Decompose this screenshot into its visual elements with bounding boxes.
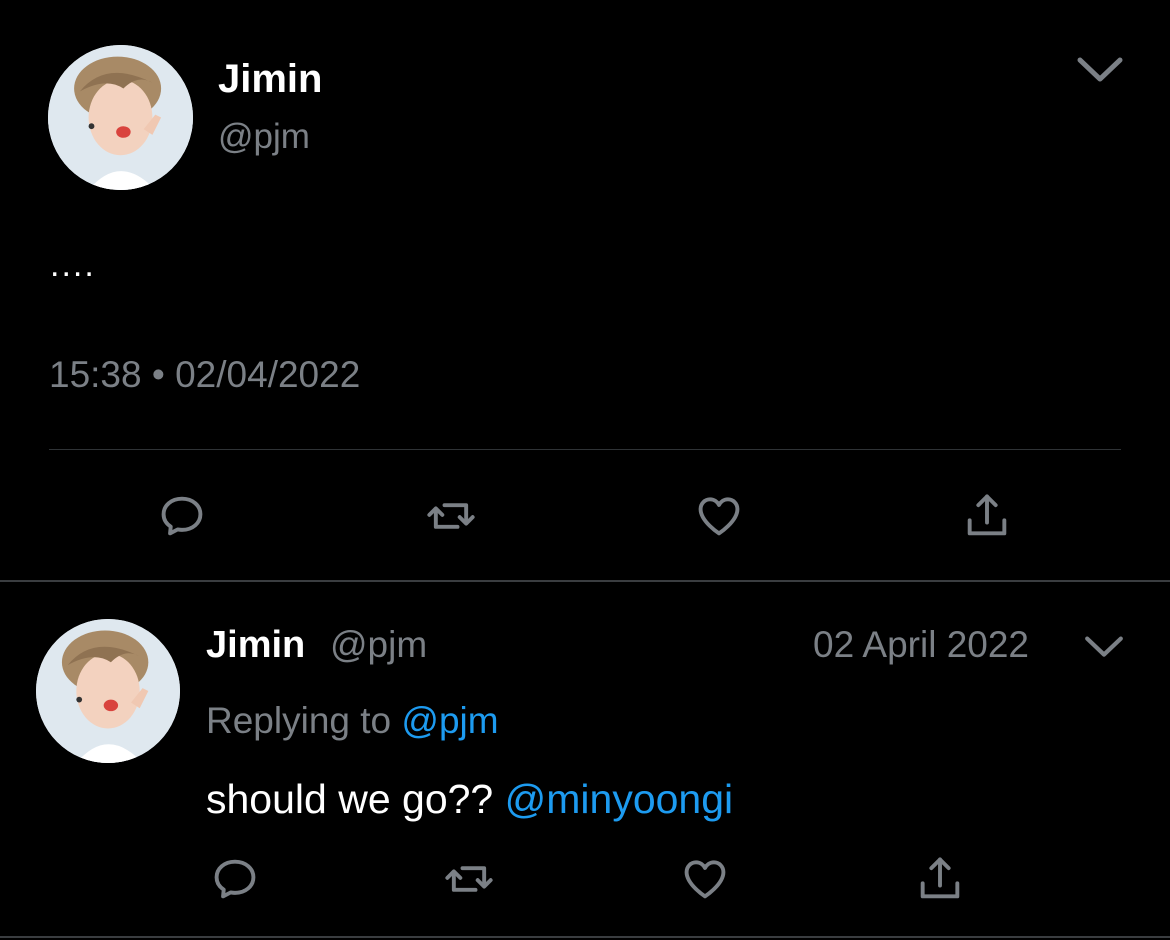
reply-icon — [161, 496, 203, 536]
tweet-menu-button[interactable] — [1072, 48, 1128, 92]
tweet-date[interactable]: 02 April 2022 — [813, 622, 1029, 668]
tweet-separator — [0, 936, 1170, 938]
display-name[interactable]: Jimin — [206, 622, 305, 668]
share-icon — [967, 494, 1007, 536]
share-icon — [920, 857, 960, 899]
avatar[interactable] — [36, 619, 180, 763]
share-button[interactable] — [911, 850, 969, 908]
profile-photo — [48, 45, 193, 190]
tweet-body: should we go?? — [206, 776, 494, 822]
retweet-icon — [445, 866, 493, 892]
retweet-button[interactable] — [440, 850, 498, 908]
chevron-down-icon — [1077, 57, 1123, 82]
mention-link[interactable]: @minyoongi — [505, 776, 734, 822]
heart-icon — [684, 860, 726, 899]
share-button[interactable] — [958, 487, 1016, 545]
tweet-timestamp[interactable]: 15:38 • 02/04/2022 — [49, 353, 360, 397]
tweet-separator — [0, 580, 1170, 582]
user-handle[interactable]: @pjm — [330, 622, 427, 668]
profile-photo — [36, 619, 180, 763]
replying-to: Replying to @pjm — [206, 698, 499, 744]
tweet-menu-button[interactable] — [1076, 625, 1132, 669]
reply-icon — [214, 859, 256, 899]
replying-to-label: Replying to — [206, 700, 392, 741]
user-handle[interactable]: @pjm — [218, 116, 310, 158]
retweet-button[interactable] — [422, 487, 480, 545]
like-button[interactable] — [676, 850, 734, 908]
divider — [49, 449, 1121, 450]
reply-button[interactable] — [153, 487, 211, 545]
retweet-icon — [427, 503, 475, 529]
reply-button[interactable] — [206, 850, 264, 908]
replying-to-handle-link[interactable]: @pjm — [401, 700, 498, 741]
like-button[interactable] — [690, 487, 748, 545]
display-name[interactable]: Jimin — [218, 56, 322, 102]
tweet-text: .... — [50, 246, 96, 284]
chevron-down-icon — [1085, 636, 1123, 657]
avatar[interactable] — [48, 45, 193, 190]
tweet-text: should we go?? @minyoongi — [206, 774, 733, 824]
heart-icon — [698, 497, 740, 536]
